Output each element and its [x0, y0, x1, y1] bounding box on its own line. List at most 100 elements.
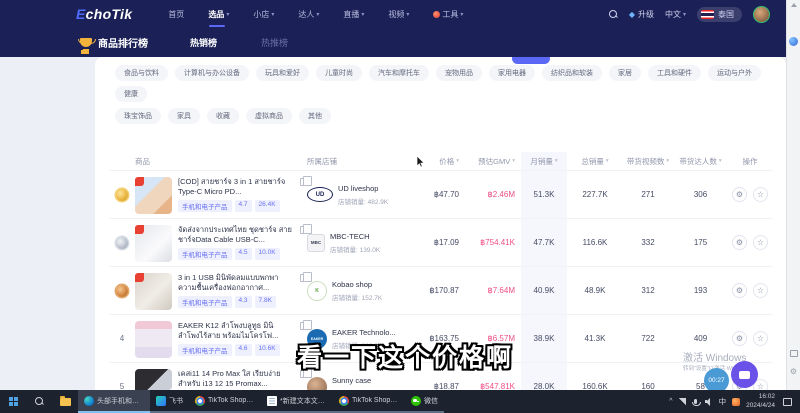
copilot-icon[interactable]: [789, 37, 798, 46]
favorite-button[interactable]: [753, 283, 768, 298]
shop-name[interactable]: MBC-TECH: [330, 232, 380, 241]
copy-icon[interactable]: [300, 322, 307, 330]
user-avatar[interactable]: [753, 6, 770, 23]
network-icon[interactable]: [679, 398, 686, 405]
shop-logo[interactable]: K: [307, 281, 327, 301]
taskbar-search-button[interactable]: [26, 390, 52, 413]
product-title[interactable]: จัดส่งจากประเทศไทย ชุดชาร์จ สายชาร์จData…: [178, 225, 296, 245]
category-chip[interactable]: 其他: [299, 108, 331, 124]
product-image[interactable]: [135, 225, 172, 262]
product-image[interactable]: [135, 177, 172, 214]
active-category-chip[interactable]: [512, 57, 550, 64]
nav-livestream[interactable]: 直播: [343, 9, 364, 20]
copy-icon[interactable]: [300, 226, 307, 234]
shop-name[interactable]: Sunny case: [332, 376, 382, 385]
product-image[interactable]: [135, 273, 172, 310]
shop-logo[interactable]: MBC: [307, 234, 325, 252]
col-influencers-sort[interactable]: 带货达人数: [673, 156, 728, 167]
gear-icon[interactable]: [790, 367, 797, 376]
category-chip[interactable]: 收藏: [207, 108, 239, 124]
category-chip[interactable]: 虚拟商品: [246, 108, 292, 124]
notification-center-icon[interactable]: [783, 398, 792, 406]
taskbar-window-chrome-1[interactable]: TikTok Shop Sel...: [189, 390, 261, 413]
category-filter-row-1: 食品与饮料 计算机与办公设备 玩具和爱好 儿童时尚 汽车和摩托车 宠物用品 家用…: [95, 57, 786, 102]
category-chip[interactable]: 工具和硬件: [648, 65, 701, 81]
table-row[interactable]: [COD] สายชาร์จ 3 in 1 สายชาร์จ Type-C Mi…: [109, 170, 772, 218]
shop-name[interactable]: EAKER Technolo...: [332, 328, 396, 337]
shop-name[interactable]: UD liveshop: [338, 184, 388, 193]
taskbar-window-notepad[interactable]: *新建文本文档.txt …: [261, 390, 333, 413]
table-row[interactable]: จัดส่งจากประเทศไทย ชุดชาร์จ สายชาร์จData…: [109, 218, 772, 266]
product-image[interactable]: [135, 321, 172, 358]
category-chip[interactable]: 计算机与办公设备: [175, 65, 249, 81]
col-monthly-sort[interactable]: 月销量: [521, 152, 567, 170]
volume-icon[interactable]: [705, 398, 713, 406]
screenshot-icon[interactable]: [790, 350, 798, 357]
analysis-button[interactable]: [732, 187, 747, 202]
category-chip[interactable]: 汽车和摩托车: [369, 65, 429, 81]
col-gmv-sort[interactable]: 预估GMV: [465, 156, 521, 167]
category-chip[interactable]: 宠物用品: [436, 65, 482, 81]
product-title[interactable]: EAKER K12 ลำโพงบลูทูธ มินิ ลำโพงไร้สาย พ…: [178, 321, 296, 341]
nav-tools[interactable]: 工具: [433, 9, 463, 20]
top-navbar: EchoTik 首页 选品 小店 达人 直播 视频 工具 升级 中文 泰国: [0, 0, 786, 28]
product-title[interactable]: [COD] สายชาร์จ 3 in 1 สายชาร์จ Type-C Mi…: [178, 177, 296, 197]
favorite-button[interactable]: [753, 187, 768, 202]
product-title[interactable]: เคสi11 14 Pro Max ใส เรียบง่าย สำหรับ i1…: [178, 369, 296, 389]
chat-float-button[interactable]: [731, 361, 758, 388]
category-chip[interactable]: 纺织品和软装: [542, 65, 602, 81]
copy-icon[interactable]: [300, 274, 307, 282]
nav-home[interactable]: 首页: [168, 9, 184, 20]
taskbar-window-feishu[interactable]: 飞书: [150, 390, 189, 413]
category-chip[interactable]: 儿童时尚: [316, 65, 362, 81]
copy-icon[interactable]: [300, 178, 307, 186]
nav-product-selection[interactable]: 选品: [208, 9, 229, 20]
tab-hot-promo[interactable]: 热推榜: [261, 36, 288, 49]
tray-app-icon[interactable]: [732, 398, 740, 406]
scroll-up-icon[interactable]: [791, 3, 797, 7]
taskbar-window-chrome-2[interactable]: TikTok Shop Sel...: [333, 390, 405, 413]
start-button[interactable]: [0, 390, 26, 413]
table-row[interactable]: 3 in 1 USB มินิพัดลมแบบพกพา ความชื้นเครื…: [109, 266, 772, 314]
language-selector[interactable]: 中文: [665, 9, 686, 20]
shop-name[interactable]: Kobao shop: [332, 280, 382, 289]
ime-indicator[interactable]: 中: [719, 396, 727, 407]
category-chip[interactable]: 运动与户外: [708, 65, 761, 81]
analysis-button[interactable]: [732, 235, 747, 250]
taskbar-window-edge[interactable]: 头部手机和电子产…: [78, 390, 150, 413]
col-total-sort[interactable]: 总销量: [567, 156, 623, 167]
category-chip[interactable]: 家用电器: [489, 65, 535, 81]
echotik-logo[interactable]: EchoTik: [76, 6, 132, 22]
analysis-button[interactable]: [732, 331, 747, 346]
taskbar-window-wechat[interactable]: 微信: [405, 390, 444, 413]
search-icon[interactable]: [609, 10, 618, 19]
chrome-icon: [195, 396, 205, 406]
gmv-value: ฿2.46M: [465, 190, 521, 199]
col-price-sort[interactable]: 价格: [413, 156, 465, 167]
nav-influencers[interactable]: 达人: [298, 9, 319, 20]
category-chip[interactable]: 家具: [168, 108, 200, 124]
category-chip[interactable]: 珠宝饰品: [115, 108, 161, 124]
category-chip[interactable]: 家居: [609, 65, 641, 81]
browser-sidebar: [786, 0, 800, 390]
category-chip[interactable]: 健康: [115, 86, 147, 102]
file-explorer-button[interactable]: [52, 390, 78, 413]
microphone-icon[interactable]: [694, 399, 697, 404]
country-selector[interactable]: 泰国: [697, 7, 742, 22]
tray-expand-icon[interactable]: ^: [669, 398, 672, 405]
taskbar-clock[interactable]: 16:02 2024/4/24: [746, 393, 775, 409]
shop-logo[interactable]: UD: [307, 187, 333, 202]
product-image[interactable]: [135, 369, 172, 390]
favorite-button[interactable]: [753, 331, 768, 346]
product-title[interactable]: 3 in 1 USB มินิพัดลมแบบพกพา ความชื้นเครื…: [178, 273, 296, 293]
category-chip[interactable]: 食品与饮料: [115, 65, 168, 81]
upgrade-button[interactable]: 升级: [629, 9, 654, 20]
analysis-button[interactable]: [732, 283, 747, 298]
favorite-button[interactable]: [753, 235, 768, 250]
shop-logo[interactable]: [307, 377, 327, 391]
nav-shops[interactable]: 小店: [253, 9, 274, 20]
nav-videos[interactable]: 视频: [388, 9, 409, 20]
col-videos-sort[interactable]: 带货视频数: [623, 156, 673, 167]
category-chip[interactable]: 玩具和爱好: [256, 65, 309, 81]
tab-hot-sales[interactable]: 热销榜: [190, 36, 217, 49]
